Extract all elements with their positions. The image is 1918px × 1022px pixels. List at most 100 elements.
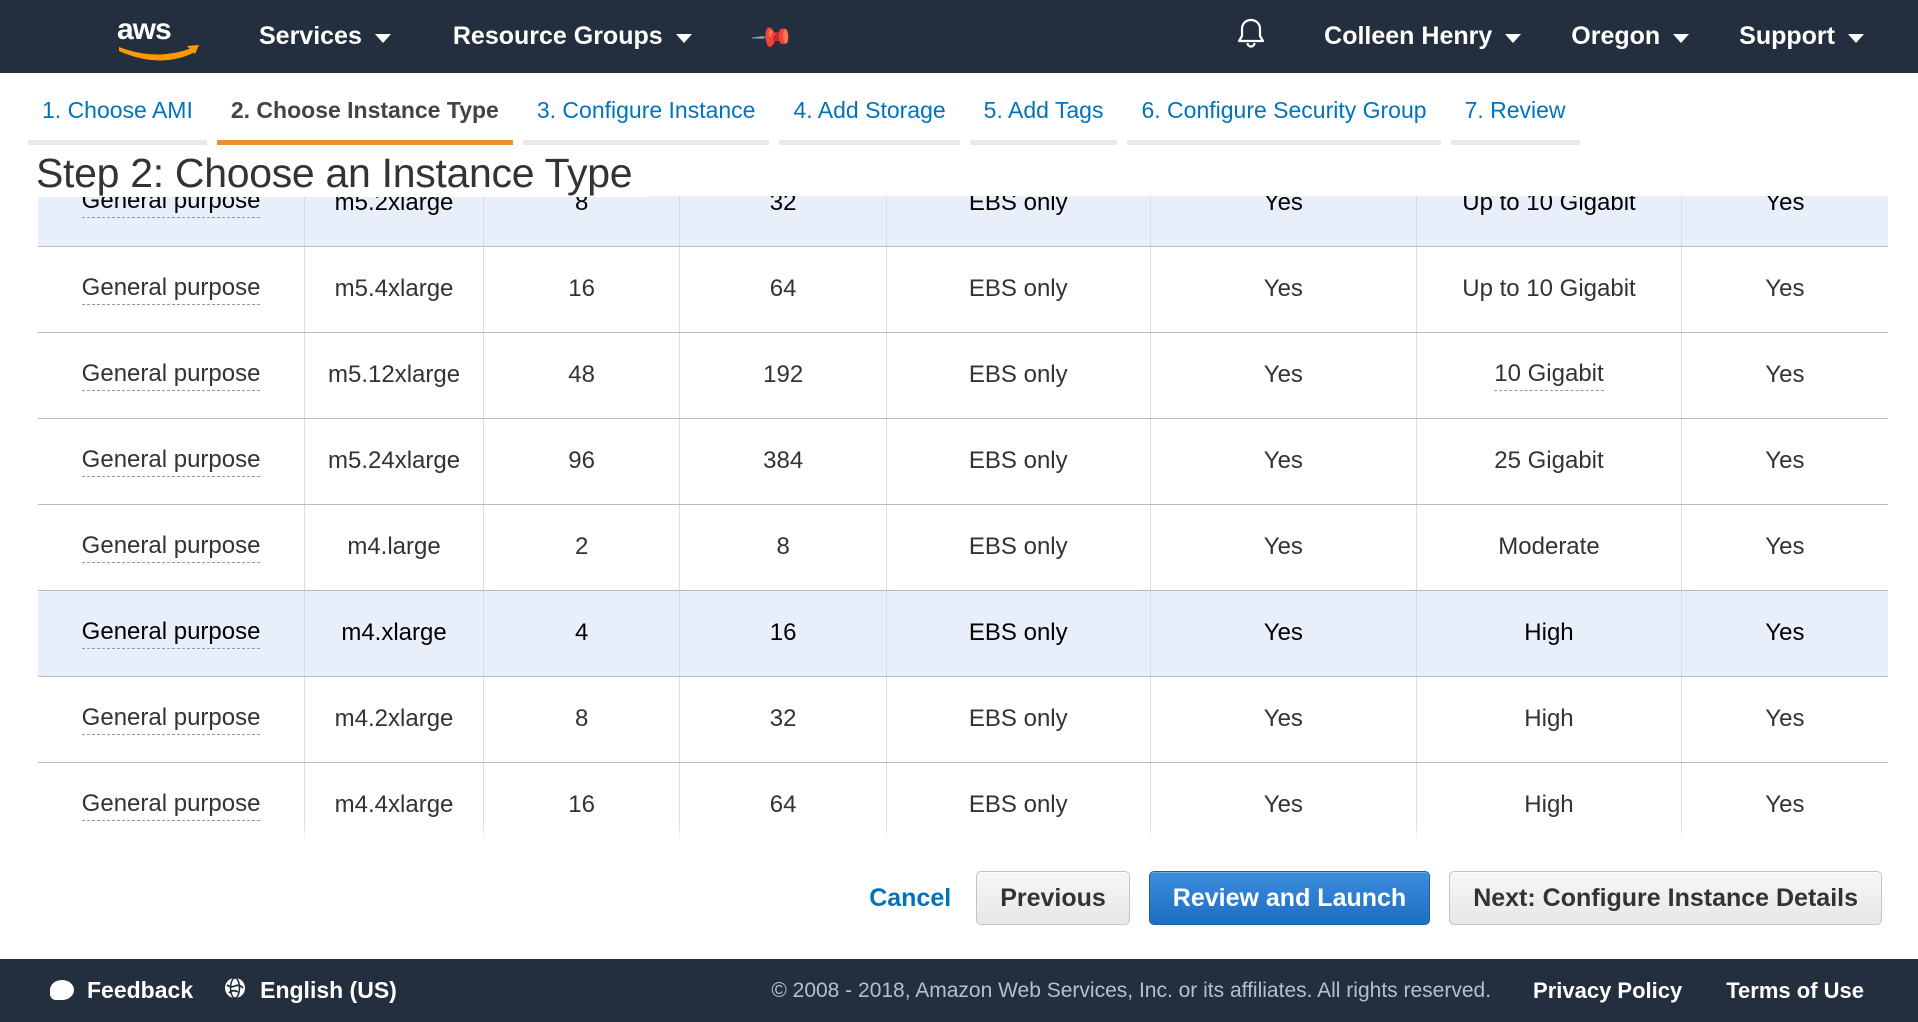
cell-vcpus: 48 [483, 332, 679, 418]
cell-type: m4.2xlarge [305, 676, 484, 762]
cell-family: General purpose [38, 418, 305, 504]
nav-support-menu[interactable]: Support [1739, 22, 1864, 51]
cell-memory: 8 [680, 504, 887, 590]
instance-type-table-viewport[interactable]: General purposem5.2xlarge832EBS onlyYesU… [38, 196, 1888, 844]
cell-type: m4.large [305, 504, 484, 590]
footer-left-group: Feedback English (US) [50, 976, 397, 1006]
table-row[interactable]: General purposem5.12xlarge48192EBS onlyY… [38, 332, 1888, 418]
cell-ebs-optimized: Yes [1150, 332, 1417, 418]
nav-account-menu[interactable]: Colleen Henry [1324, 22, 1521, 51]
cell-network-performance: High [1417, 762, 1682, 844]
pin-icon[interactable]: 📌 [749, 13, 795, 59]
cell-ebs-optimized: Yes [1150, 676, 1417, 762]
cell-family-tooltip-text[interactable]: General purpose [82, 446, 261, 477]
cell-family: General purpose [38, 504, 305, 590]
cell-network-performance: High [1417, 676, 1682, 762]
cell-instance-storage: EBS only [887, 676, 1151, 762]
globe-icon [223, 976, 247, 1006]
cell-memory: 384 [680, 418, 887, 504]
nav-services-menu[interactable]: Services [259, 22, 391, 51]
cell-vcpus: 96 [483, 418, 679, 504]
cell-type: m5.24xlarge [305, 418, 484, 504]
table-row[interactable]: General purposem5.2xlarge832EBS onlyYesU… [38, 196, 1888, 246]
review-and-launch-button[interactable]: Review and Launch [1149, 871, 1430, 925]
nav-services-label: Services [259, 22, 362, 51]
cell-family: General purpose [38, 676, 305, 762]
table-row[interactable]: General purposem5.4xlarge1664EBS onlyYes… [38, 246, 1888, 332]
table-row[interactable]: General purpose m4.large28EBS only YesMode… [38, 504, 1888, 590]
nav-right-group: Colleen Henry Oregon Support [1236, 0, 1918, 73]
cell-vcpus: 4 [483, 590, 679, 676]
wizard-step-2[interactable]: 2. Choose Instance Type [217, 73, 513, 145]
table-row[interactable]: General purposem4.4xlarge1664EBS onlyYes… [38, 762, 1888, 844]
cell-memory: 32 [680, 676, 887, 762]
cell-ipv6-support: Yes [1681, 504, 1888, 590]
chevron-down-icon [1673, 34, 1689, 43]
cell-family: General purpose [38, 590, 305, 676]
cell-ebs-optimized: Yes [1150, 590, 1417, 676]
cell-instance-storage: EBS only [887, 504, 1151, 590]
cell-family-tooltip-text[interactable]: General purpose [82, 360, 261, 391]
cell-instance-storage: EBS only [887, 590, 1151, 676]
cell-ipv6-support: Yes [1681, 332, 1888, 418]
aws-logo-icon[interactable]: aws [115, 13, 205, 61]
cell-family-tooltip-text[interactable]: General purpose [82, 790, 261, 821]
cell-ipv6-support: Yes [1681, 676, 1888, 762]
cell-family: General purpose [38, 332, 305, 418]
cell-network-performance-tooltip-text[interactable]: 10 Gigabit [1494, 360, 1603, 391]
chevron-down-icon [1848, 34, 1864, 43]
cell-network-performance: Moderate [1417, 504, 1682, 590]
table-row[interactable]: General purposem5.24xlarge96384EBS onlyY… [38, 418, 1888, 504]
cell-memory: 64 [680, 246, 887, 332]
cell-ipv6-support: Yes [1681, 762, 1888, 844]
terms-of-use-link[interactable]: Terms of Use [1726, 978, 1864, 1004]
cell-network-performance: 10 Gigabit [1417, 332, 1682, 418]
wizard-step-1[interactable]: 1. Choose AMI [28, 73, 207, 145]
cell-family: General purpose [38, 246, 305, 332]
cancel-button[interactable]: Cancel [863, 884, 957, 913]
cell-vcpus: 16 [483, 762, 679, 844]
next-configure-instance-details-button[interactable]: Next: Configure Instance Details [1449, 871, 1882, 925]
cell-ipv6-support: Yes [1681, 590, 1888, 676]
privacy-policy-link[interactable]: Privacy Policy [1533, 978, 1682, 1004]
bell-icon[interactable] [1236, 17, 1266, 56]
page-title: Step 2: Choose an Instance Type [36, 150, 648, 197]
table-row[interactable]: General purposem4.2xlarge832EBS onlyYesH… [38, 676, 1888, 762]
wizard-step-4[interactable]: 4. Add Storage [779, 73, 959, 145]
nav-region-menu[interactable]: Oregon [1571, 22, 1689, 51]
wizard-step-3[interactable]: 3. Configure Instance [523, 73, 770, 145]
cell-family-tooltip-text[interactable]: General purpose [82, 704, 261, 735]
cell-vcpus: 8 [483, 196, 679, 246]
nav-resource-groups-menu[interactable]: Resource Groups [453, 22, 692, 51]
cell-ebs-optimized: Yes [1150, 246, 1417, 332]
cell-vcpus: 8 [483, 676, 679, 762]
table-row[interactable]: General purposem4.xlarge416EBS onlyYesHi… [38, 590, 1888, 676]
cell-family-tooltip-text[interactable]: General purpose [82, 274, 261, 305]
cell-ipv6-support: Yes [1681, 418, 1888, 504]
wizard-action-bar: Cancel Previous Review and Launch Next: … [0, 856, 1918, 940]
nav-region-label: Oregon [1571, 22, 1660, 51]
cell-type: m5.2xlarge [305, 196, 484, 246]
cell-ebs-optimized: Yes [1150, 418, 1417, 504]
chevron-down-icon [375, 34, 391, 43]
language-selector[interactable]: English (US) [223, 976, 397, 1006]
cell-family-tooltip-text[interactable]: General purpose [82, 532, 261, 563]
cell-family-tooltip-text[interactable]: General purpose [82, 196, 261, 218]
cell-type: m4.xlarge [305, 590, 484, 676]
cell-instance-storage: EBS only [887, 762, 1151, 844]
feedback-button[interactable]: Feedback [50, 977, 193, 1004]
cell-vcpus: 2 [483, 504, 679, 590]
wizard-step-7[interactable]: 7. Review [1451, 73, 1580, 145]
previous-button[interactable]: Previous [976, 871, 1130, 925]
wizard-step-5[interactable]: 5. Add Tags [970, 73, 1118, 145]
nav-support-label: Support [1739, 22, 1835, 51]
cell-network-performance: 25 Gigabit [1417, 418, 1682, 504]
cell-ipv6-support: Yes [1681, 246, 1888, 332]
cell-memory: 192 [680, 332, 887, 418]
wizard-step-6[interactable]: 6. Configure Security Group [1127, 73, 1440, 145]
top-navigation-bar: aws Services Resource Groups 📌 Colleen H… [0, 0, 1918, 73]
cell-family-tooltip-text[interactable]: General purpose [82, 618, 261, 649]
cell-instance-storage: EBS only [887, 196, 1151, 246]
nav-account-label: Colleen Henry [1324, 22, 1492, 51]
cell-family: General purpose [38, 196, 305, 246]
